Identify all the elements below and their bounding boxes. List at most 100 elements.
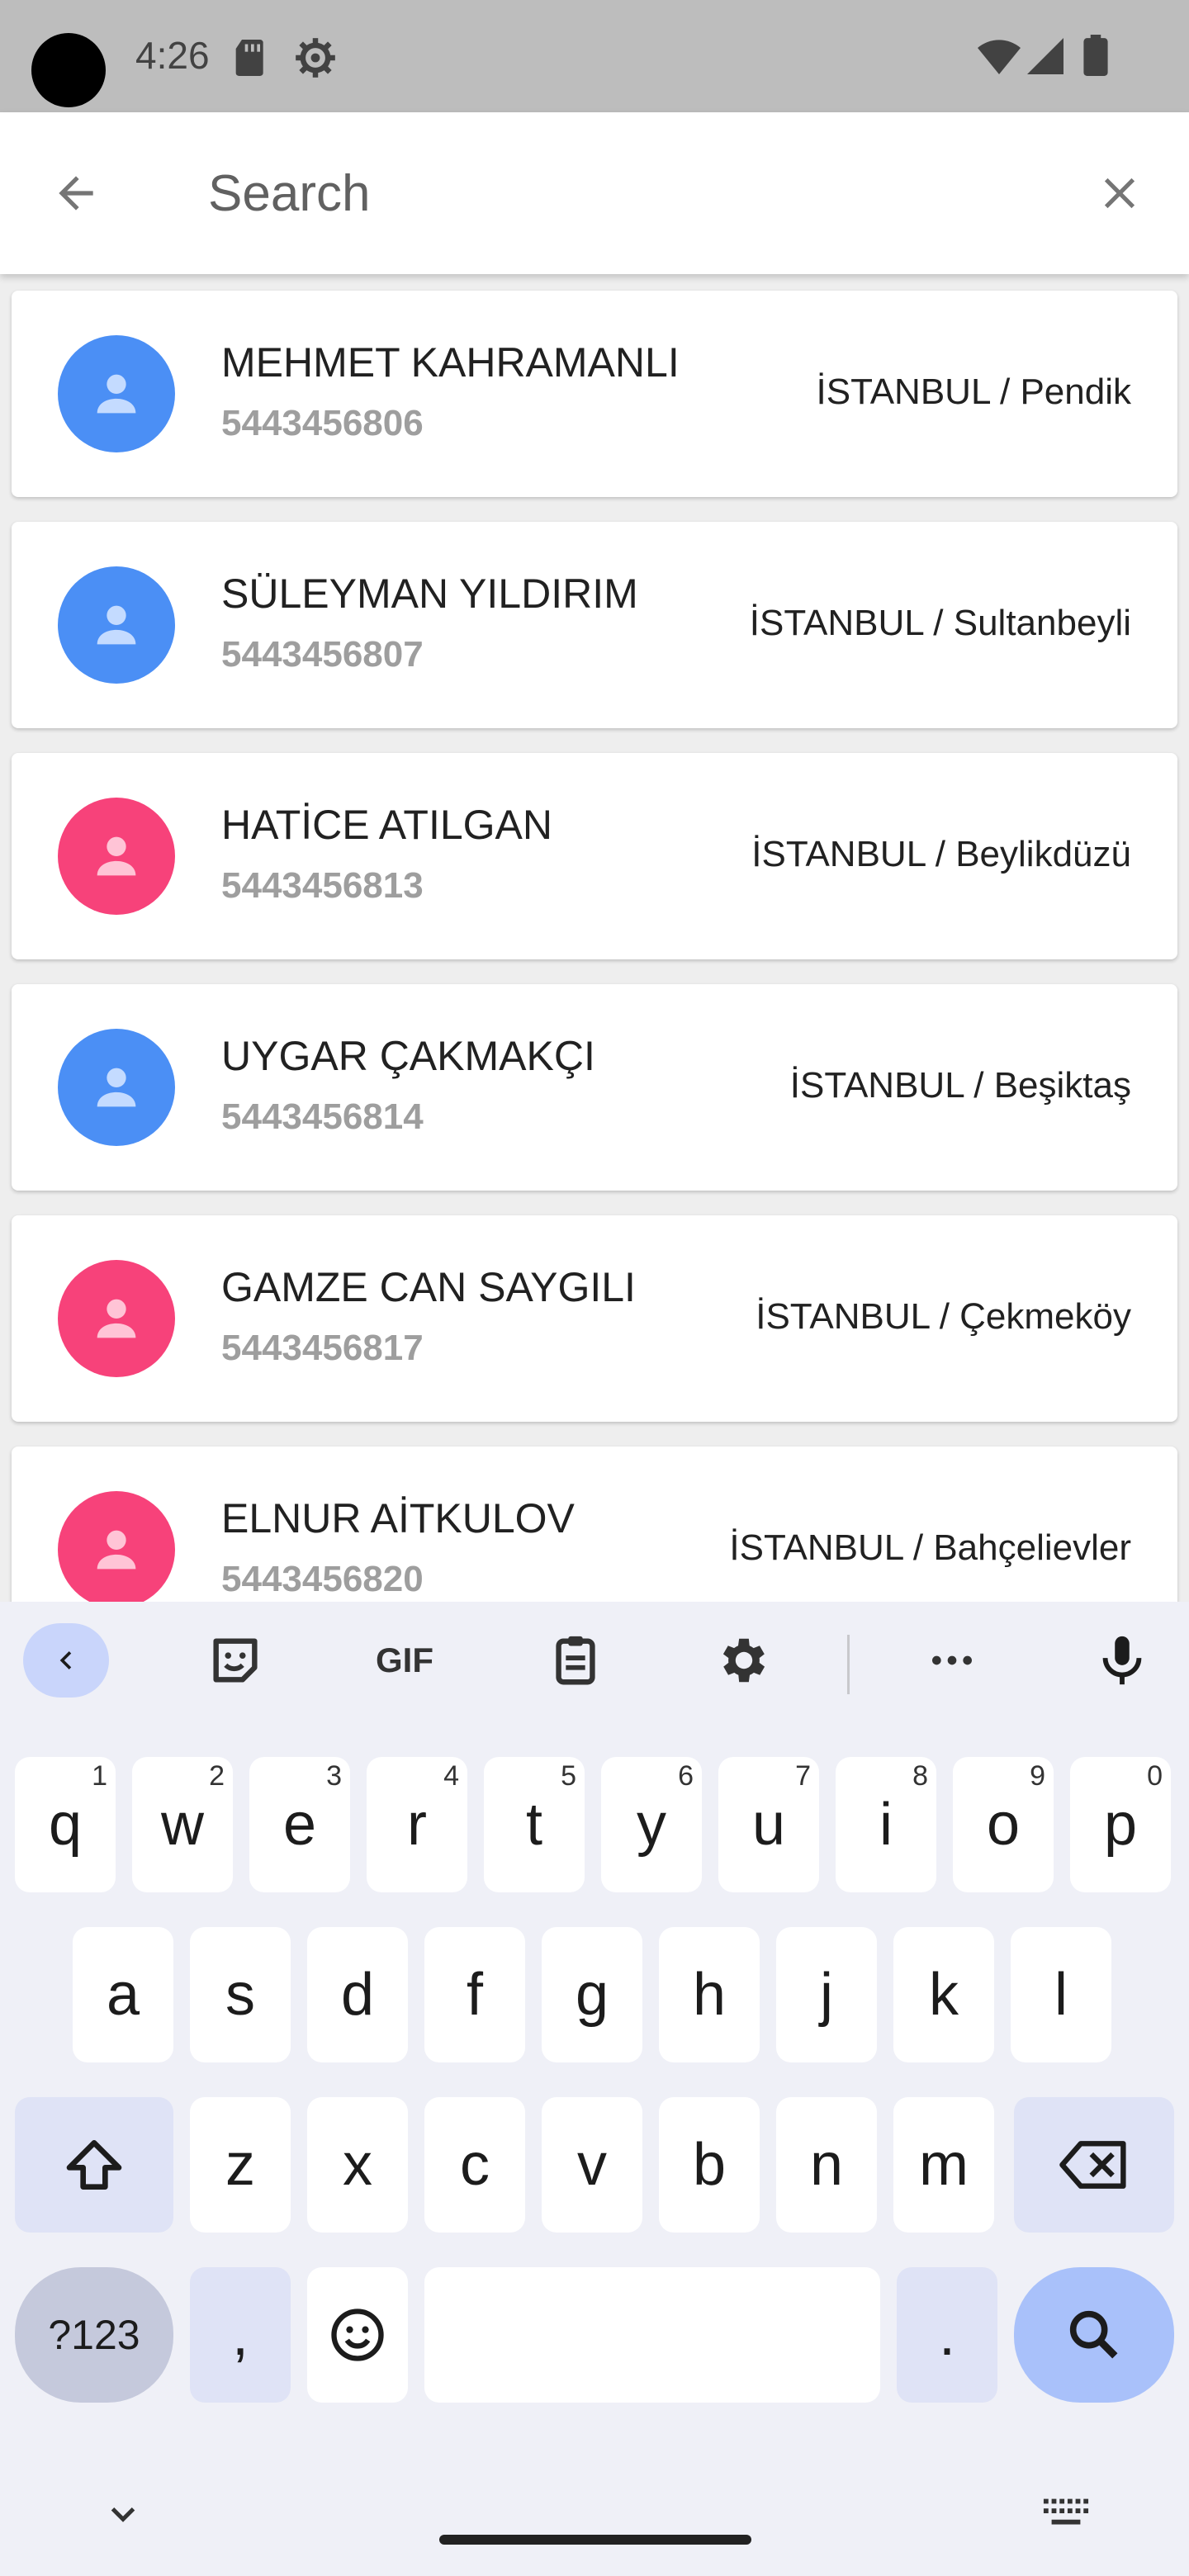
key-h[interactable]: h [659,1927,760,2062]
avatar [58,1029,175,1146]
key-o[interactable]: o9 [953,1757,1054,1892]
on-screen-keyboard: GIF q1 w2 e3 r4 t5 y6 u7 i8 o9 p0 a s d … [0,1602,1189,2576]
key-g[interactable]: g [542,1927,642,2062]
toolbar-back-button[interactable] [23,1623,109,1698]
key-hint: 8 [912,1760,928,1792]
backspace-key[interactable] [1014,2097,1174,2233]
home-indicator[interactable] [439,2535,751,2545]
avatar [58,335,175,452]
key-m[interactable]: m [893,2097,994,2233]
key-r[interactable]: r4 [367,1757,467,1892]
key-l[interactable]: l [1011,1927,1111,2062]
more-options-button[interactable] [915,1623,989,1698]
key-z[interactable]: z [190,2097,291,2233]
key-b[interactable]: b [659,2097,760,2233]
gif-label: GIF [376,1641,433,1679]
clear-search-button[interactable] [1087,160,1153,226]
key-label: z [225,2132,255,2198]
key-e[interactable]: e3 [249,1757,350,1892]
key-label: d [340,1962,375,2028]
key-k[interactable]: k [893,1927,994,2062]
contact-list: MEHMET KAHRAMANLI 5443456806 İSTANBUL / … [0,274,1189,1602]
avatar [58,566,175,684]
key-d[interactable]: d [307,1927,408,2062]
backspace-icon [1059,2141,1126,2189]
key-f[interactable]: f [424,1927,525,2062]
status-time: 4:26 [135,34,210,77]
person-icon [97,1068,136,1107]
space-key[interactable] [424,2267,880,2403]
key-w[interactable]: w2 [132,1757,233,1892]
list-item[interactable]: GAMZE CAN SAYGILI 5443456817 İSTANBUL / … [12,1215,1177,1422]
key-hint: 6 [678,1760,694,1792]
key-y[interactable]: y6 [601,1757,702,1892]
close-icon [1104,178,1135,209]
key-hint: 2 [209,1760,225,1792]
key-label: c [460,2132,490,2198]
key-n[interactable]: n [776,2097,877,2233]
hide-keyboard-icon[interactable] [102,2493,144,2535]
key-label: p [1103,1792,1138,1858]
key-a[interactable]: a [73,1927,173,2062]
sticker-button[interactable] [198,1623,272,1698]
toolbar-divider [847,1635,850,1694]
list-item[interactable]: SÜLEYMAN YILDIRIM 5443456807 İSTANBUL / … [12,522,1177,728]
battery-icon [1083,35,1108,76]
clipboard-button[interactable] [538,1623,613,1698]
settings-status-icon [296,38,335,78]
avatar [58,1260,175,1377]
key-hint: 4 [443,1760,459,1792]
search-key[interactable] [1014,2267,1174,2403]
key-label: u [751,1792,786,1858]
contact-name: GAMZE CAN SAYGILI [221,1264,636,1310]
key-label: o [986,1792,1021,1858]
key-label: r [407,1792,427,1858]
person-icon [97,836,136,876]
key-u[interactable]: u7 [718,1757,819,1892]
key-q[interactable]: q1 [15,1757,116,1892]
keyboard-settings-button[interactable] [707,1623,781,1698]
symbols-key[interactable]: ?123 [15,2267,173,2403]
back-button[interactable] [43,160,109,226]
comma-key[interactable]: , [190,2267,291,2403]
key-label: f [466,1962,483,2028]
voice-input-button[interactable] [1085,1623,1159,1698]
arrow-back-icon [59,176,93,211]
shift-key[interactable] [15,2097,173,2233]
person-icon [97,1299,136,1338]
key-x[interactable]: x [307,2097,408,2233]
key-c[interactable]: c [424,2097,525,2233]
key-label: , [231,2302,249,2368]
key-label: v [577,2132,607,2198]
key-p[interactable]: p0 [1070,1757,1171,1892]
list-item[interactable]: HATİCE ATILGAN 5443456813 İSTANBUL / Bey… [12,753,1177,959]
contact-name: SÜLEYMAN YILDIRIM [221,571,638,617]
sticker-icon [213,1638,258,1683]
key-label: k [929,1962,959,2028]
search-input[interactable] [208,154,1034,233]
wifi-icon [978,40,1021,74]
key-hint: 3 [326,1760,342,1792]
key-i[interactable]: i8 [836,1757,936,1892]
keyboard-switch-icon[interactable] [1042,2497,1090,2530]
key-v[interactable]: v [542,2097,642,2233]
more-horizontal-icon [932,1655,972,1665]
key-j[interactable]: j [776,1927,877,2062]
person-icon [97,1530,136,1570]
contact-location: İSTANBUL / Beşiktaş [789,1065,1131,1106]
key-label: l [1054,1962,1068,2028]
avatar [58,1491,175,1602]
contact-location: İSTANBUL / Beylikdüzü [751,834,1131,874]
avatar [58,798,175,915]
key-s[interactable]: s [190,1927,291,2062]
period-key[interactable]: . [897,2267,997,2403]
list-item[interactable]: UYGAR ÇAKMAKÇI 5443456814 İSTANBUL / Beş… [12,984,1177,1191]
gif-button[interactable]: GIF [363,1623,446,1698]
emoji-key[interactable] [307,2267,408,2403]
chevron-left-icon [59,1651,72,1669]
list-item[interactable]: ELNUR AİTKULOV 5443456820 İSTANBUL / Bah… [12,1447,1177,1602]
list-item[interactable]: MEHMET KAHRAMANLI 5443456806 İSTANBUL / … [12,291,1177,497]
key-t[interactable]: t5 [484,1757,585,1892]
contact-location: İSTANBUL / Bahçelievler [729,1527,1131,1568]
key-label: s [225,1962,255,2028]
